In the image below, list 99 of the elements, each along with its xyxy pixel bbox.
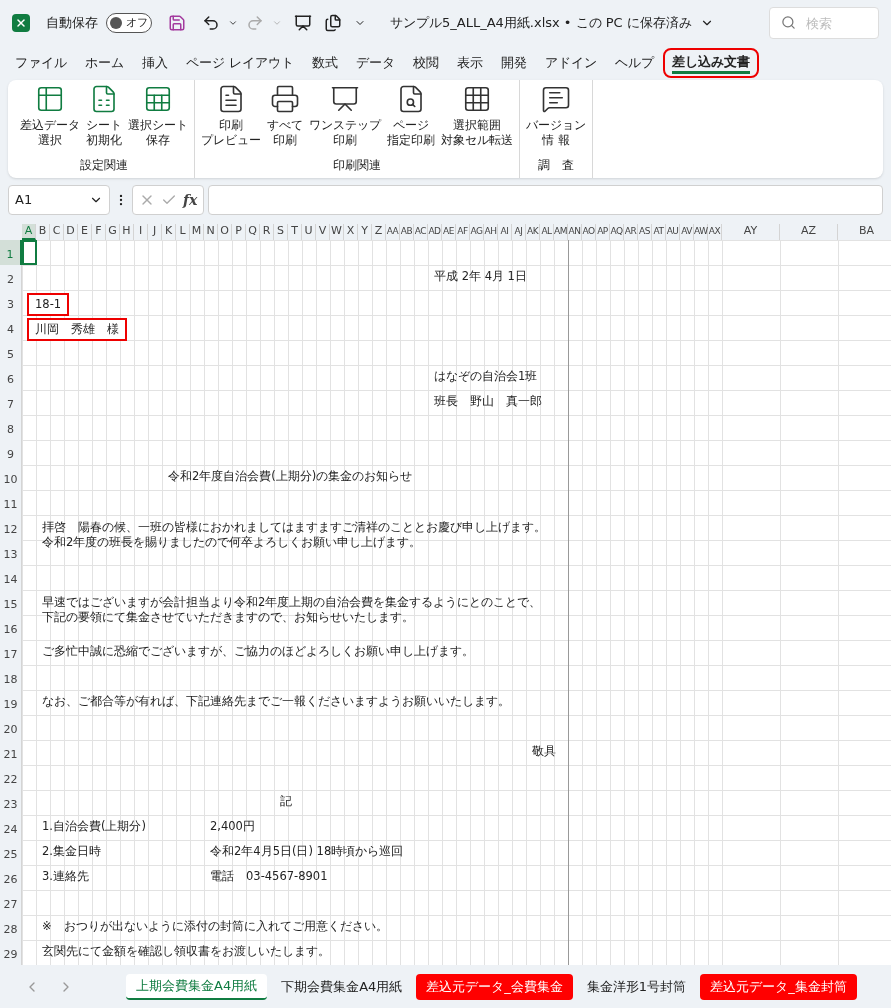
row-header[interactable]: 15	[0, 590, 22, 615]
row-header[interactable]: 21	[0, 740, 22, 765]
cell-text: 2,400円	[209, 818, 256, 835]
row-header[interactable]: 7	[0, 390, 22, 415]
name-box[interactable]: A1	[8, 185, 110, 215]
ribbon-button[interactable]: ワンステップ 印刷	[307, 84, 383, 148]
cell-text: 1.自治会費(上期分)	[41, 818, 147, 835]
autosave-label: 自動保存	[46, 14, 98, 33]
row-header[interactable]: 4	[0, 315, 22, 340]
cell-text: 敬具	[531, 743, 557, 760]
cell-text: なお、ご都合等が有れば、下記連絡先までご一報くださいますようお願いいたします。	[41, 693, 511, 710]
ribbon-button[interactable]: 選択範囲 対象セル転送	[439, 84, 515, 148]
row-header[interactable]: 20	[0, 715, 22, 740]
cell-text: 18-1	[27, 293, 70, 316]
cell-text: はなぞの自治会1班	[433, 368, 539, 385]
grid-icon	[462, 84, 492, 114]
cell-text: 2.集金日時	[41, 843, 102, 860]
row-header[interactable]: 1	[0, 240, 22, 265]
menu-tab[interactable]: 数式	[303, 48, 348, 78]
active-cell[interactable]	[22, 240, 37, 265]
ribbon-group-label: 印刷関連	[332, 156, 382, 174]
row-header[interactable]: 6	[0, 365, 22, 390]
ribbon-group-label: 設定関連	[79, 156, 129, 174]
ribbon-button[interactable]: 選択シート 保存	[126, 84, 190, 148]
menu-tab[interactable]: 表示	[448, 48, 493, 78]
menu-tab[interactable]: 校閲	[404, 48, 449, 78]
sheet-tab[interactable]: 差込元データ_集金封筒	[700, 973, 857, 1000]
save-icon[interactable]	[168, 14, 186, 32]
ribbon-button[interactable]: ページ 指定印刷	[385, 84, 437, 148]
cell-text: 令和2年度自治会費(上期分)の集金のお知らせ	[167, 468, 414, 485]
row-header[interactable]: 17	[0, 640, 22, 665]
sheet-tab[interactable]: 差込元データ_会費集金	[416, 973, 573, 1000]
formula-input[interactable]	[208, 185, 883, 215]
row-header[interactable]: 19	[0, 690, 22, 715]
ribbon-button[interactable]: 差込データ 選択	[18, 84, 82, 148]
cell-text: 早速ではございますが会計担当より令和2年度上期の自治会費を集金するようにとのことで、 下記の要領にて集金させていただきますので、お知らせいたします。	[41, 595, 543, 625]
row-header[interactable]: 16	[0, 615, 22, 640]
cell-text: ご多忙中誠に恐縮でございますが、ご協力のほどよろしくお願い申し上げます。	[41, 643, 475, 660]
ribbon-button[interactable]: 印刷 プレビュー	[199, 84, 263, 148]
row-header[interactable]: 11	[0, 490, 22, 515]
row-header[interactable]: 3	[0, 290, 22, 315]
row-header[interactable]: 23	[0, 790, 22, 815]
row-header[interactable]: 8	[0, 415, 22, 440]
cell-text: 令和2年4月5日(日) 18時頃から巡回	[209, 843, 405, 860]
row-header[interactable]: 5	[0, 340, 22, 365]
message-icon	[541, 84, 571, 114]
ribbon-button[interactable]: すべて 印刷	[265, 84, 305, 148]
menu-tab[interactable]: ファイル	[6, 48, 76, 78]
presentation-icon[interactable]	[294, 14, 312, 32]
cell-text: 班長 野山 真一郎	[433, 393, 543, 410]
cell-text: ※ おつりが出ないように添付の封筒に入れてご用意ください。	[41, 918, 389, 935]
ribbon-button[interactable]: バージョン 情 報	[524, 84, 588, 148]
menu-tab[interactable]: 開発	[492, 48, 537, 78]
insert-function-button[interactable]: fx	[183, 189, 198, 211]
search-icon	[781, 15, 796, 30]
row-header[interactable]: 22	[0, 765, 22, 790]
undo-icon[interactable]	[202, 14, 220, 32]
row-header[interactable]: 12	[0, 515, 22, 540]
menu-tab[interactable]: ページ レイアウト	[177, 48, 304, 78]
search-field[interactable]: 検索	[769, 7, 879, 39]
cell-text: 玄関先にて金額を確認し領収書をお渡しいたします。	[41, 943, 331, 960]
menu-tab[interactable]: データ	[347, 48, 405, 78]
row-header[interactable]: 14	[0, 565, 22, 590]
table-icon	[35, 84, 65, 114]
sheet-icon	[143, 84, 173, 114]
row-header[interactable]: 2	[0, 265, 22, 290]
spreadsheet-app-icon	[12, 14, 30, 32]
row-header[interactable]: 9	[0, 440, 22, 465]
row-header[interactable]: 13	[0, 540, 22, 565]
ribbon-button[interactable]: シート 初期化	[84, 84, 124, 148]
menu-tab[interactable]: ホーム	[76, 48, 133, 78]
autosave-toggle[interactable]: オフ	[106, 13, 152, 33]
row-header[interactable]: 26	[0, 865, 22, 890]
printer-icon	[270, 84, 300, 114]
row-header[interactable]: 18	[0, 665, 22, 690]
sheet-tab[interactable]: 集金洋形1号封筒	[576, 973, 697, 1000]
row-header[interactable]: 27	[0, 890, 22, 915]
menu-tab[interactable]: 差し込み文書	[663, 48, 760, 78]
cell-text: 記	[279, 793, 293, 810]
row-header[interactable]: 10	[0, 465, 22, 490]
document-icon[interactable]	[324, 14, 342, 32]
cell-text: 電話 03-4567-8901	[209, 868, 329, 885]
menu-tab[interactable]: アドイン	[536, 48, 607, 78]
row-header[interactable]: 28	[0, 915, 22, 940]
menu-tab[interactable]: 挿入	[133, 48, 177, 78]
cell-text: 川岡 秀雄 様	[27, 318, 127, 341]
menu-tab[interactable]: ヘルプ	[606, 48, 664, 78]
cell-text: 3.連絡先	[41, 868, 90, 885]
ribbon-group-label: 調 査	[537, 156, 575, 174]
row-header[interactable]: 24	[0, 815, 22, 840]
row-header[interactable]: 25	[0, 840, 22, 865]
sheet-tab[interactable]: 下期会費集金A4用紙	[271, 973, 413, 1000]
presentation-icon	[330, 84, 360, 114]
file-title[interactable]: サンプル5_ALL_A4用紙.xlsx • この PC に保存済み	[390, 13, 692, 33]
row-header[interactable]: 29	[0, 940, 22, 965]
cell-text: 拝啓 陽春の候、一班の皆様におかれましてはますますご清祥のこととお慶び申し上げます。 令和2年度の班長を賜りましたので何卒よろしくお願い申し上げます。	[41, 520, 547, 550]
cell-text: 平成 2年 4月 1日	[433, 268, 528, 285]
sheet-tab[interactable]: 上期会費集金A4用紙	[126, 973, 268, 1000]
column-header[interactable]: A	[22, 224, 36, 240]
